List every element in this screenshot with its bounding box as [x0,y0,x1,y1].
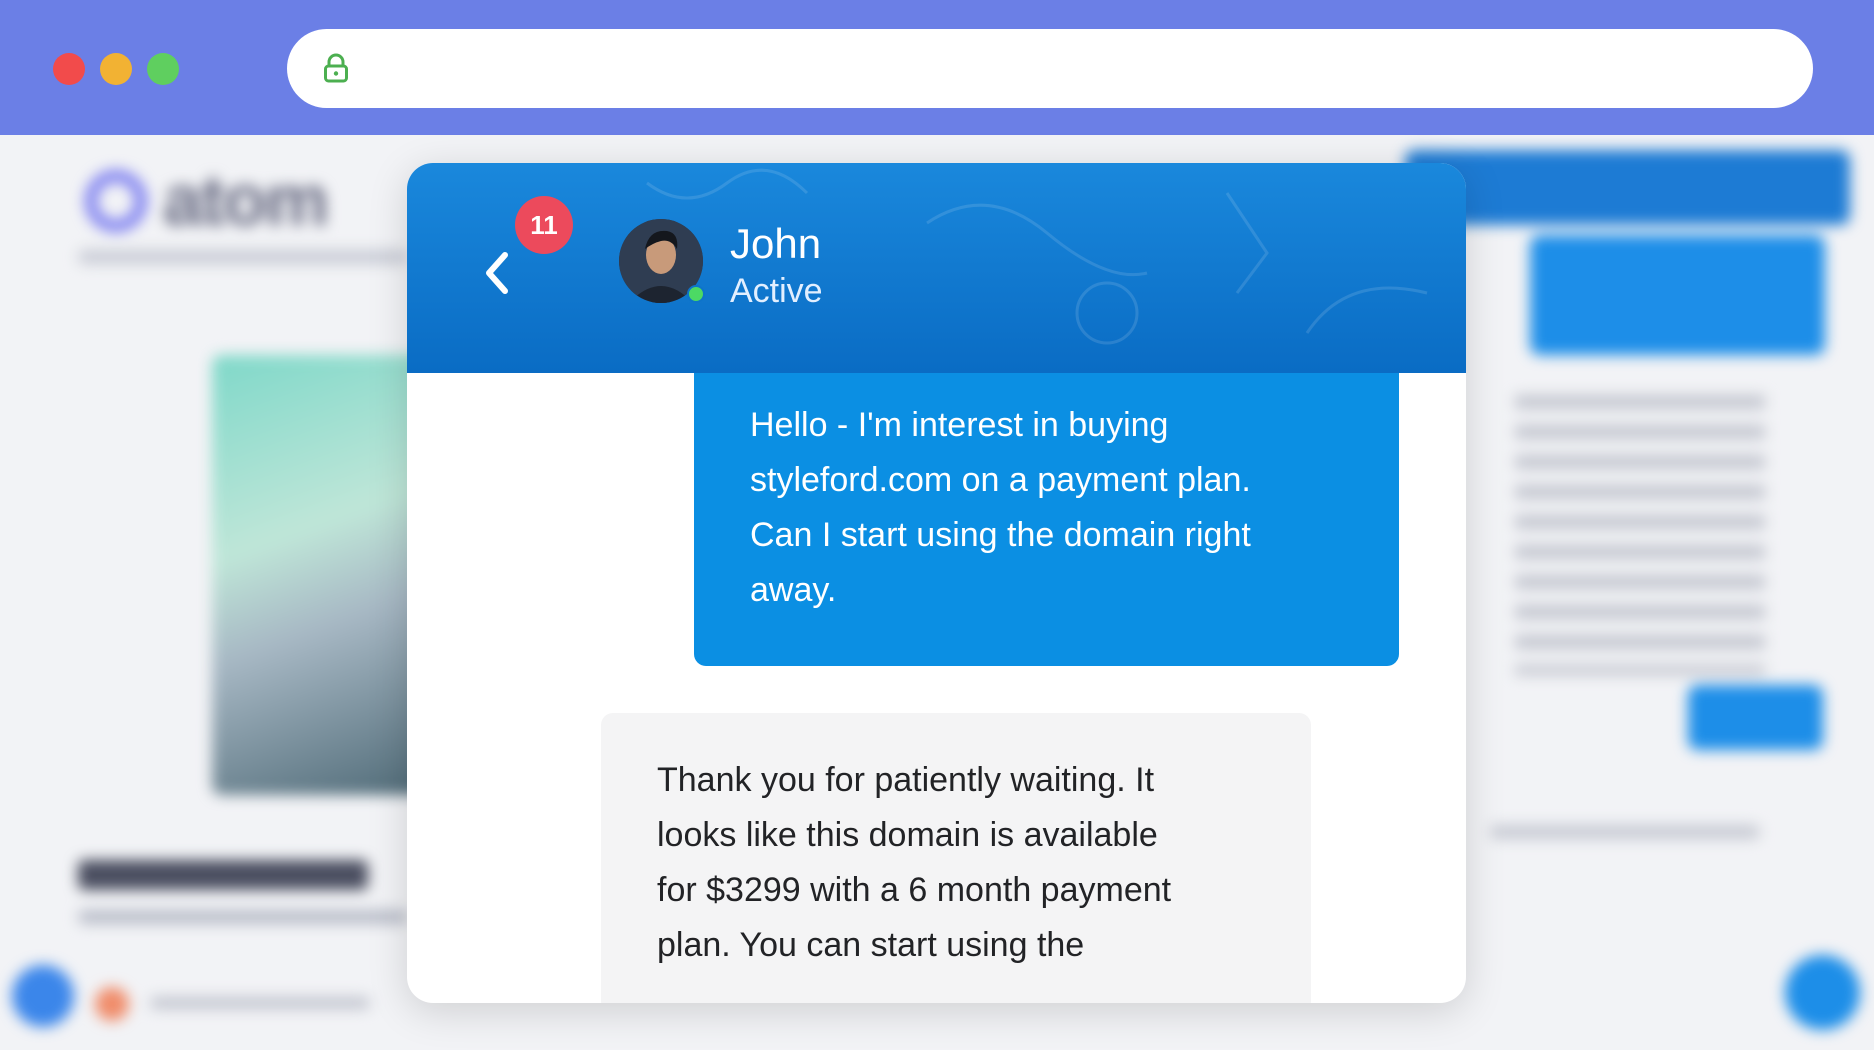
browser-chrome [0,0,1874,135]
atom-logo-icon [85,170,147,232]
domain-subtitle [78,910,408,924]
message-text: Hello - I'm interest in buying styleford… [750,406,1251,609]
chat-header: 11 John Active [407,163,1466,373]
side-chat-input[interactable] [1490,825,1760,839]
message-text: Thank you for patiently waiting. It look… [657,761,1172,964]
window-maximize-button[interactable] [147,53,179,85]
side-chat-button[interactable] [1688,685,1823,750]
window-minimize-button[interactable] [100,53,132,85]
chevron-left-icon[interactable] [477,243,517,303]
address-bar[interactable] [287,29,1813,108]
message-list: Hello - I'm interest in buying styleford… [407,373,1466,1003]
domain-preview-image [212,355,432,795]
incoming-message: Thank you for patiently waiting. It look… [601,713,1311,1003]
outgoing-message: Hello - I'm interest in buying styleford… [694,373,1399,666]
contact-status: Active [730,272,823,310]
breadcrumb [78,250,408,264]
header-pattern [646,168,1428,345]
contact-name: John [730,220,822,267]
window-close-button[interactable] [53,53,85,85]
seller-info [150,997,370,1009]
atom-logo: atom [85,160,329,242]
help-button[interactable] [12,965,74,1027]
unread-count-badge: 11 [515,196,573,254]
avatar [95,987,129,1021]
online-status-dot [687,285,705,303]
lock-icon [324,53,348,83]
chat-launcher-button[interactable] [1785,955,1860,1030]
domain-title [78,860,368,890]
side-chat-bubble [1530,235,1825,355]
chat-window: 11 John Active Hello - I'm interest in b… [407,163,1466,1003]
side-chat-text [1515,395,1765,675]
side-chat-header [1405,150,1850,225]
atom-logo-text: atom [163,161,329,241]
